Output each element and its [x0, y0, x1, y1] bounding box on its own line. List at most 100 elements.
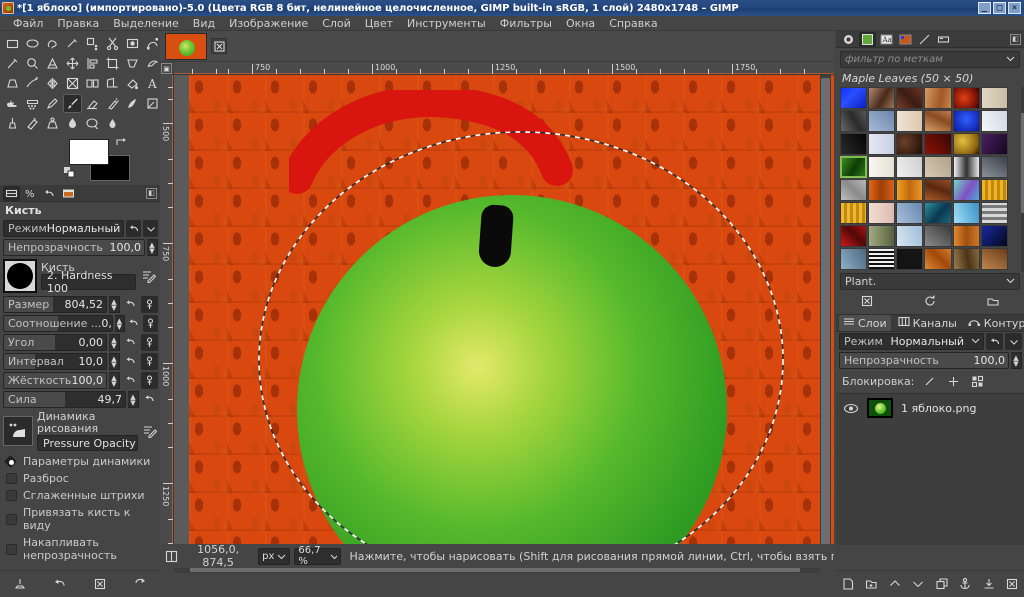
foreground-color-swatch[interactable]: [69, 139, 109, 165]
scrollbar-thumb[interactable]: [821, 78, 830, 548]
opacity-slider[interactable]: Непрозрачность 100,0: [3, 239, 145, 256]
layer-opacity-slider[interactable]: Непрозрачность 100,0: [839, 352, 1009, 369]
images-icon[interactable]: [60, 186, 77, 201]
edit-dynamics-icon[interactable]: [142, 423, 157, 440]
pattern-tag-combo[interactable]: Plant.: [840, 273, 1020, 290]
smudge-icon[interactable]: [3, 94, 22, 113]
hardness-slider[interactable]: Жёсткость 100,0: [3, 372, 107, 389]
restore-tool-preset-icon[interactable]: [52, 576, 69, 593]
rect-select-icon[interactable]: [3, 34, 22, 53]
transform-icon[interactable]: [123, 54, 142, 73]
scatter-checkbox-row[interactable]: Разброс: [0, 470, 160, 487]
gradients-icon[interactable]: [916, 32, 933, 47]
hardness-stepper[interactable]: ▲ ▼: [109, 372, 120, 389]
link-size-icon[interactable]: [141, 296, 158, 313]
dynamics-preview[interactable]: [3, 416, 33, 446]
zoom-icon[interactable]: [23, 54, 42, 73]
image-tab-apple[interactable]: [165, 32, 207, 60]
link-hardness-icon[interactable]: [141, 372, 158, 389]
save-tool-preset-icon[interactable]: [12, 576, 29, 593]
reset-size-icon[interactable]: [122, 296, 139, 313]
reset-hardness-icon[interactable]: [122, 372, 139, 389]
size-stepper[interactable]: ▲ ▼: [109, 296, 120, 313]
layer-mode-combo[interactable]: Режим Нормальный: [839, 333, 984, 350]
brush-preview[interactable]: [3, 259, 37, 293]
tab-channels[interactable]: Каналы: [894, 315, 961, 331]
tool-options-menu-button[interactable]: ◧: [146, 187, 157, 199]
menu-select[interactable]: Выделение: [106, 16, 186, 31]
smooth-strokes-checkbox-row[interactable]: Сглаженные штрихи: [0, 487, 160, 504]
menu-filters[interactable]: Фильтры: [493, 16, 559, 31]
layer-name[interactable]: 1 яблоко.png: [901, 402, 976, 415]
reset-tool-options-icon[interactable]: [132, 576, 149, 593]
tool-options-icon[interactable]: [3, 185, 20, 201]
brushes-icon[interactable]: [840, 32, 857, 47]
chevron-down-icon[interactable]: [1006, 54, 1015, 66]
mode-menu-chevron-icon[interactable]: [143, 220, 158, 237]
device-status-icon[interactable]: %: [22, 186, 39, 201]
link-spacing-icon[interactable]: [141, 353, 158, 370]
flip-icon[interactable]: [43, 74, 62, 93]
menu-help[interactable]: Справка: [602, 16, 664, 31]
menu-edit[interactable]: Правка: [50, 16, 106, 31]
size-slider[interactable]: Размер 804,52: [3, 296, 107, 313]
clone-icon[interactable]: [3, 114, 22, 133]
paintbrush-icon[interactable]: [63, 94, 82, 113]
aspect-slider[interactable]: Соотношение ... 0,00: [3, 315, 113, 332]
heal-icon[interactable]: [23, 114, 42, 133]
scissors-select-icon[interactable]: [103, 34, 122, 53]
dodge-burn-icon[interactable]: [83, 114, 102, 133]
lower-layer-icon[interactable]: [910, 576, 927, 593]
tab-paths[interactable]: Контуры: [964, 315, 1024, 331]
incremental-checkbox[interactable]: [6, 543, 17, 555]
menu-image[interactable]: Изображение: [222, 16, 315, 31]
open-pattern-icon[interactable]: [984, 293, 1001, 310]
cage-transform-icon[interactable]: [63, 74, 82, 93]
minimize-button[interactable]: _: [978, 2, 991, 14]
maximize-button[interactable]: □: [993, 2, 1006, 14]
spacing-stepper[interactable]: ▲ ▼: [109, 353, 120, 370]
lock-position-icon[interactable]: [945, 373, 962, 390]
reset-aspect-icon[interactable]: [127, 315, 142, 332]
delete-pattern-icon[interactable]: [859, 293, 876, 310]
force-stepper[interactable]: ▲ ▼: [128, 391, 139, 408]
blur-sharpen-icon[interactable]: [63, 114, 82, 133]
canvas-viewport[interactable]: [174, 75, 834, 562]
pattern-grid[interactable]: [840, 87, 1008, 270]
unit-selector[interactable]: px: [258, 547, 291, 565]
dynamics-options-expander[interactable]: Параметры динамики: [0, 453, 160, 470]
menu-colors[interactable]: Цвет: [358, 16, 400, 31]
menu-view[interactable]: Вид: [186, 16, 222, 31]
layer-visibility-icon[interactable]: [842, 400, 859, 417]
duplicate-layer-icon[interactable]: [933, 576, 950, 593]
fuzzy-select-icon[interactable]: [63, 34, 82, 53]
incremental-checkbox-row[interactable]: Накапливать непрозрачность: [0, 534, 160, 564]
angle-slider[interactable]: Угол 0,00: [3, 334, 107, 351]
opacity-stepper[interactable]: ▲ ▼: [147, 239, 158, 256]
image-tab-close-icon[interactable]: [211, 38, 227, 54]
edit-brush-icon[interactable]: [140, 268, 157, 285]
unified-transform-icon[interactable]: [83, 74, 102, 93]
quick-mask-toggle-icon[interactable]: [164, 548, 178, 565]
patterns-menu-button[interactable]: ◧: [1010, 33, 1021, 45]
ink-icon[interactable]: [123, 94, 142, 113]
eraser-icon[interactable]: [83, 94, 102, 113]
pattern-filter-input[interactable]: фильтр по меткам: [840, 51, 1020, 68]
gradient-icon[interactable]: [103, 74, 122, 93]
handle-transform-icon[interactable]: [23, 74, 42, 93]
reset-layer-mode-icon[interactable]: [986, 333, 1003, 350]
lock-brush-to-view-checkbox[interactable]: [6, 513, 17, 525]
alignment-icon[interactable]: [83, 54, 102, 73]
lock-brush-to-view-checkbox-row[interactable]: Привязать кисть к виду: [0, 504, 160, 534]
raise-layer-icon[interactable]: [886, 576, 903, 593]
menu-windows[interactable]: Окна: [559, 16, 602, 31]
brush-name-field[interactable]: 2. Hardness 100: [41, 269, 137, 295]
reset-colors-icon[interactable]: [64, 167, 76, 179]
foreground-select-icon[interactable]: [123, 34, 142, 53]
zoom-selector[interactable]: 66,7 %: [294, 545, 342, 567]
spacing-slider[interactable]: Интервал 10,0: [3, 353, 107, 370]
airbrush-icon[interactable]: [103, 94, 122, 113]
aspect-stepper[interactable]: ▲ ▼: [114, 315, 125, 332]
new-layer-icon[interactable]: [839, 576, 856, 593]
horizontal-ruler[interactable]: 750 1000 1250 1500 1750: [174, 62, 834, 75]
